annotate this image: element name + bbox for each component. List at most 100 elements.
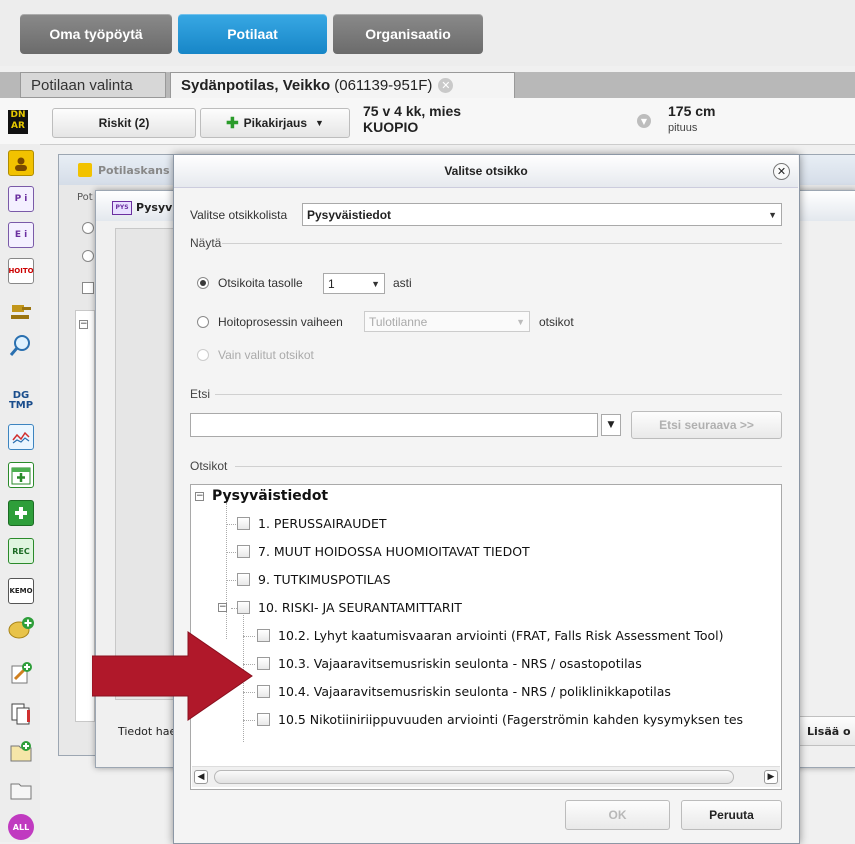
tree-item[interactable]: 10.2. Lyhyt kaatumisvaaran arviointi (FR… xyxy=(257,628,724,643)
tree-root-label: Pysyväistiedot xyxy=(212,488,329,504)
tree-item[interactable]: − 10. RISKI- JA SEURANTAMITTARIT xyxy=(218,600,462,615)
rec-icon[interactable]: REC xyxy=(8,538,34,564)
otsikot-section: Otsikot xyxy=(190,459,228,473)
folder-icon[interactable] xyxy=(8,776,34,802)
otsikoita-tasolle-radio[interactable] xyxy=(197,277,209,289)
patient-age-info: 75 v 4 kk, mies KUOPIO xyxy=(363,103,461,135)
checkbox[interactable] xyxy=(237,545,250,558)
vain-valitut-radio[interactable] xyxy=(197,349,209,361)
taso-value: 1 xyxy=(328,276,335,291)
patient-icon[interactable] xyxy=(8,150,34,176)
tree-item-label: 10.5 Nikotiiniriippuvuuden arviointi (Fa… xyxy=(278,712,744,727)
chevron-down-icon[interactable]: ▼ xyxy=(601,414,621,436)
kemo-icon[interactable]: KEMO xyxy=(8,578,34,604)
dg-tmp-icon[interactable]: DG TMP xyxy=(8,388,34,414)
pys-icon: PYS xyxy=(112,201,132,215)
etsi-seuraava-button[interactable]: Etsi seuraava >> xyxy=(631,411,782,439)
etsi-section: Etsi xyxy=(190,387,211,401)
riskit-label: Riskit (2) xyxy=(98,116,150,130)
divider xyxy=(235,466,782,467)
otsikoita-tasolle-label: Otsikoita tasolle xyxy=(218,276,303,290)
nav-potilaat-button[interactable]: Potilaat xyxy=(178,14,327,54)
background-window-title: Potilaskans xyxy=(98,164,170,177)
expander-icon[interactable]: − xyxy=(218,603,227,612)
hoitoprosessi-label: Hoitoprosessin vaiheen xyxy=(218,315,343,329)
vain-valitut-label: Vain valitut otsikot xyxy=(218,348,314,362)
edit-add-icon[interactable] xyxy=(8,660,34,686)
add-green-icon[interactable] xyxy=(8,500,34,526)
riskit-button[interactable]: Riskit (2) xyxy=(52,108,196,138)
hoitoprosessi-radio[interactable] xyxy=(197,316,209,328)
expander-icon[interactable]: − xyxy=(195,491,204,501)
search-input[interactable] xyxy=(190,413,598,437)
esi-info-icon[interactable]: E i xyxy=(8,222,34,248)
tree-item-label: 7. MUUT HOIDOSSA HUOMIOITAVAT TIEDOT xyxy=(258,544,530,559)
otsikot-tree[interactable]: − Pysyväistiedot 1. PERUSSAIRAUDET 7. MU… xyxy=(190,484,782,790)
chevron-down-icon[interactable]: ▼ xyxy=(637,114,651,128)
chart-icon[interactable] xyxy=(8,424,34,450)
pikakirjaus-button[interactable]: ✚ Pikakirjaus ▼ xyxy=(200,108,350,138)
dnar-icon[interactable]: DN AR xyxy=(8,110,28,134)
taso-select[interactable]: 1 ▼ xyxy=(323,273,385,294)
background-group-label: Pot xyxy=(77,192,93,203)
horizontal-scrollbar[interactable]: ◀ ▶ xyxy=(192,766,780,787)
background-checkbox xyxy=(82,282,94,294)
dialog-title: Valitse otsikko xyxy=(444,164,528,178)
tree-item-label: 10.3. Vajaaravitsemusriskin seulonta - N… xyxy=(278,656,642,671)
nav-organisaatio-button[interactable]: Organisaatio xyxy=(333,14,483,54)
hoito-icon[interactable]: HOITO xyxy=(8,258,34,284)
checkbox[interactable] xyxy=(237,573,250,586)
divider xyxy=(215,394,782,395)
pys-info-icon[interactable]: P i xyxy=(8,186,34,212)
height-label: pituus xyxy=(668,122,698,134)
tree-item[interactable]: 10.3. Vajaaravitsemusriskin seulonta - N… xyxy=(257,656,642,671)
scroll-left-icon[interactable]: ◀ xyxy=(194,770,208,784)
tab-close-icon[interactable]: ✕ xyxy=(438,78,454,93)
tree-item[interactable]: 7. MUUT HOIDOSSA HUOMIOITAVAT TIEDOT xyxy=(237,544,530,559)
tab-label: Potilaan valinta xyxy=(31,76,133,94)
tree-item[interactable]: 10.4. Vajaaravitsemusriskin seulonta - N… xyxy=(257,684,671,699)
tree-item[interactable]: 1. PERUSSAIRAUDET xyxy=(237,516,387,531)
documents-icon[interactable] xyxy=(8,700,34,726)
checkbox[interactable] xyxy=(237,517,250,530)
ok-button[interactable]: OK xyxy=(565,800,670,830)
tree-item[interactable]: 9. TUTKIMUSPOTILAS xyxy=(237,572,391,587)
divider xyxy=(222,243,782,244)
nav-oma-tyopoyta-button[interactable]: Oma työpöytä xyxy=(20,14,172,54)
tab-patient[interactable]: Sydänpotilas, Veikko (061139-951F) ✕ xyxy=(170,72,515,98)
tree-item-label: 10.2. Lyhyt kaatumisvaaran arviointi (FR… xyxy=(278,628,724,643)
scroll-right-icon[interactable]: ▶ xyxy=(764,770,778,784)
vaihe-select[interactable]: Tulotilanne ▼ xyxy=(364,311,530,332)
tree-root[interactable]: − Pysyväistiedot xyxy=(195,488,328,504)
patient-icon xyxy=(78,163,92,177)
scrollbar-thumb[interactable] xyxy=(214,770,734,784)
arrow-annotation xyxy=(92,631,253,721)
patient-name: Sydänpotilas, Veikko xyxy=(181,77,331,94)
comment-add-icon[interactable] xyxy=(8,616,34,642)
plus-icon: ✚ xyxy=(226,115,239,132)
otsikkolista-select[interactable]: Pysyväistiedot ▼ xyxy=(302,203,782,226)
tree-line xyxy=(226,580,236,581)
pikakirjaus-label: Pikakirjaus xyxy=(243,116,308,130)
tree-item[interactable]: 10.5 Nikotiiniriippuvuuden arviointi (Fa… xyxy=(257,712,743,727)
otsikot-suffix-label: otsikot xyxy=(539,315,574,329)
patient-id: (061139-951F) xyxy=(334,77,433,94)
background-dialog-title: Pysyv xyxy=(136,201,173,214)
tab-potilaan-valinta[interactable]: Potilaan valinta xyxy=(20,72,166,98)
search-icon[interactable] xyxy=(8,332,34,358)
arrow-annotation-shape xyxy=(92,631,253,721)
checkbox[interactable] xyxy=(237,601,250,614)
lisaa-button[interactable]: Lisää o xyxy=(796,716,855,746)
peruuta-button[interactable]: Peruuta xyxy=(681,800,782,830)
tree-item-label: 1. PERUSSAIRAUDET xyxy=(258,516,387,531)
calendar-add-icon[interactable] xyxy=(8,462,34,488)
gavel-icon[interactable] xyxy=(8,296,34,322)
tree-item-label: 10. RISKI- JA SEURANTAMITTARIT xyxy=(258,600,462,615)
folder-add-icon[interactable] xyxy=(8,738,34,764)
patient-age: 75 v 4 kk, mies xyxy=(363,103,462,119)
close-icon[interactable]: ✕ xyxy=(773,163,790,180)
all-icon[interactable]: ALL xyxy=(8,814,34,840)
expander-icon: − xyxy=(79,319,88,329)
tree-item-label: 9. TUTKIMUSPOTILAS xyxy=(258,572,391,587)
tree-line xyxy=(226,524,236,525)
